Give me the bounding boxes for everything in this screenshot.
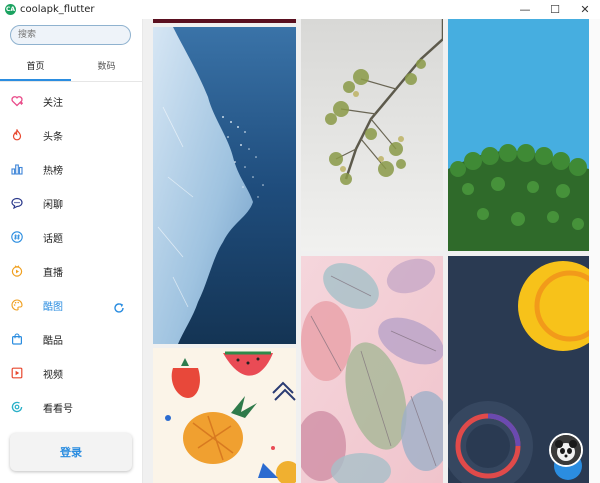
sidebar: 首页 数码 关注 头条 热榜 闲聊 [0, 19, 143, 483]
image-tile[interactable] [301, 19, 443, 251]
sidebar-item-label: 看看号 [43, 403, 73, 415]
sidebar-item-chat[interactable]: 闲聊 [0, 186, 142, 220]
sidebar-item-topics[interactable]: 话题 [0, 220, 142, 254]
hashtag-icon [11, 231, 23, 243]
image-tile[interactable] [153, 19, 296, 23]
avatar[interactable] [549, 433, 583, 467]
sidebar-item-video[interactable]: 视频 [0, 356, 142, 390]
minimize-button[interactable]: — [510, 0, 540, 19]
sidebar-item-hot-list[interactable]: 热榜 [0, 152, 142, 186]
shopping-bag-icon [11, 333, 23, 345]
sidebar-nav: 关注 头条 热榜 闲聊 话题 直播 酷图 酷品 视频 看看号 [0, 84, 142, 424]
chat-bubble-icon [11, 197, 23, 209]
sidebar-item-label: 视频 [43, 369, 63, 381]
search-input[interactable] [10, 25, 131, 45]
sidebar-item-label: 话题 [43, 233, 63, 245]
sidebar-item-label: 酷品 [43, 335, 63, 347]
image-tile[interactable] [153, 27, 296, 344]
video-play-icon [11, 367, 23, 379]
tab-bar: 首页 数码 [0, 57, 142, 81]
sidebar-item-label: 头条 [43, 131, 63, 143]
image-tile[interactable] [448, 19, 589, 251]
sidebar-item-live[interactable]: 直播 [0, 254, 142, 288]
close-button[interactable]: ✕ [570, 0, 600, 19]
app-logo-icon: CA [5, 4, 16, 15]
target-icon [11, 401, 23, 413]
sidebar-item-label: 酷图 [43, 301, 63, 313]
sidebar-item-cool-pics[interactable]: 酷图 [0, 288, 142, 322]
content-scrollbar[interactable] [589, 19, 600, 483]
title-bar: CA coolapk_flutter — ☐ ✕ [0, 0, 600, 20]
live-tv-icon [11, 265, 23, 277]
tab-digital[interactable]: 数码 [71, 57, 142, 81]
sidebar-item-kankan[interactable]: 看看号 [0, 390, 142, 424]
sidebar-item-label: 热榜 [43, 165, 63, 177]
sidebar-item-follow[interactable]: 关注 [0, 84, 142, 118]
sidebar-item-label: 关注 [43, 97, 63, 109]
login-button[interactable]: 登录 [10, 433, 132, 471]
sidebar-item-label: 直播 [43, 267, 63, 279]
refresh-icon[interactable] [113, 299, 125, 313]
sidebar-item-headlines[interactable]: 头条 [0, 118, 142, 152]
tabs-divider [0, 81, 142, 82]
image-grid [143, 19, 600, 483]
image-tile[interactable] [301, 256, 443, 483]
sidebar-item-label: 闲聊 [43, 199, 63, 211]
image-tile[interactable] [153, 348, 296, 483]
flame-icon [11, 129, 23, 141]
heart-plus-icon [11, 95, 23, 107]
maximize-button[interactable]: ☐ [540, 0, 570, 19]
tab-home[interactable]: 首页 [0, 57, 71, 81]
sidebar-item-cool-products[interactable]: 酷品 [0, 322, 142, 356]
palette-icon [11, 299, 23, 311]
window-title: coolapk_flutter [20, 4, 95, 15]
bar-chart-icon [11, 163, 23, 175]
